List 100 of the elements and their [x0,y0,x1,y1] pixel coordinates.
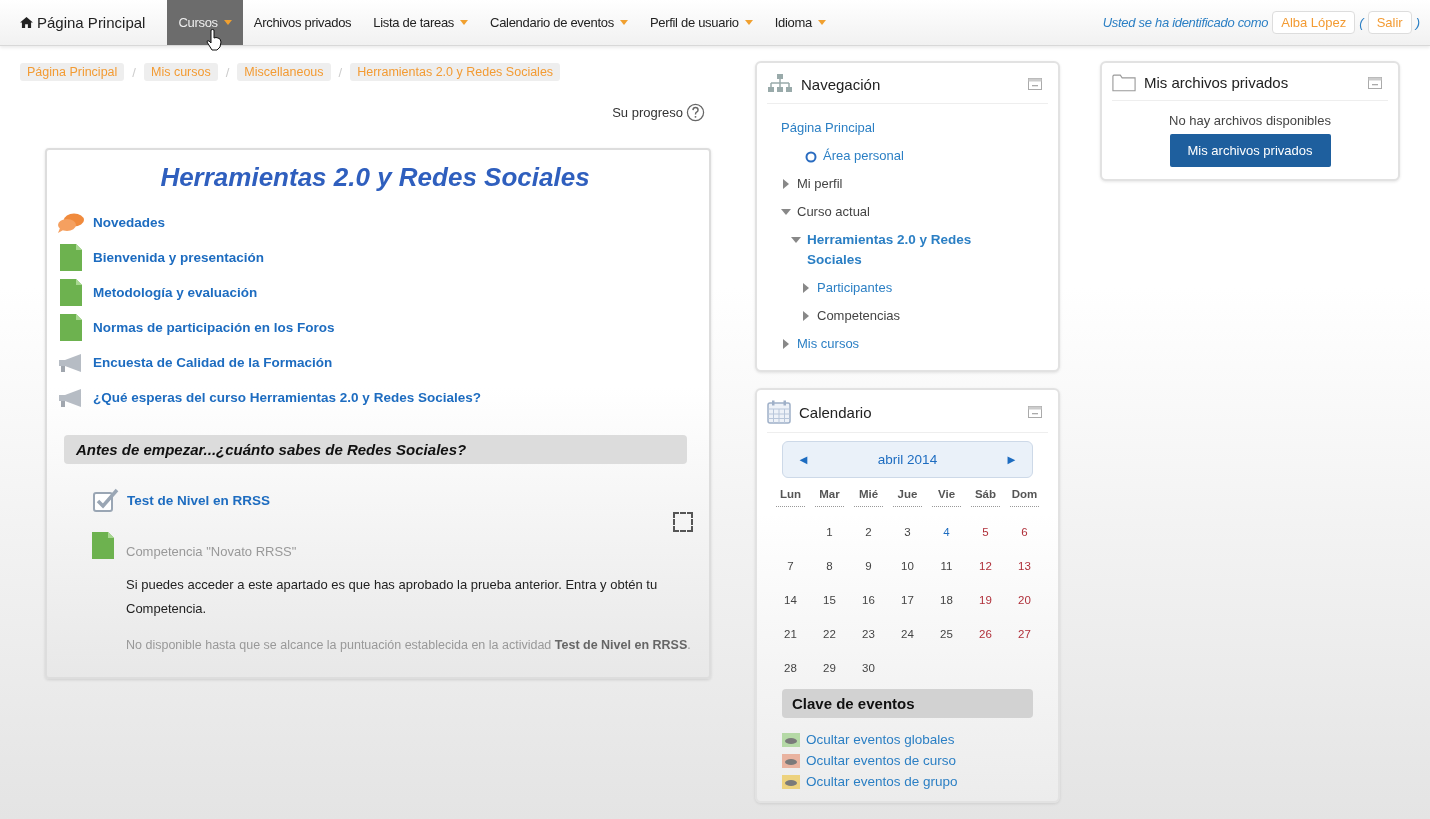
weekday-header: Mié [854,486,883,507]
sitemap-icon [767,73,793,95]
weekday-header: Jue [893,486,922,507]
calendar-day: 25 [927,617,966,651]
hide-events-link[interactable]: Ocultar eventos de grupo [806,774,958,789]
caret-icon [817,20,826,25]
home-link[interactable]: Página Principal [20,0,168,45]
menu-item[interactable]: Idioma [763,0,837,45]
caret-icon [460,20,469,25]
activity-link[interactable]: ¿Qué esperas del curso Herramientas 2.0 y Redes Sociales? [93,390,481,405]
previous-month-link[interactable]: ◄ [797,452,810,467]
calendar-day: 5 [966,515,1005,549]
calendar-day: 17 [888,583,927,617]
nav-item[interactable]: Curso actual [797,202,870,222]
activity-link[interactable]: Encuesta de Calidad de la Formación [93,355,333,370]
nav-item[interactable]: Página Principal [781,118,875,138]
hide-events-link[interactable]: Ocultar eventos de curso [806,753,957,768]
weekday-header: Lun [776,486,805,507]
breadcrumb-separator: / [338,64,343,80]
speech-bubbles-icon [57,212,85,233]
calendar-day: 29 [810,651,849,685]
calendar-icon [767,400,791,424]
menu-item[interactable]: Perfil de usuario [638,0,764,45]
collapse-block-icon[interactable] [1368,76,1382,89]
calendar-day: 1 [810,515,849,549]
checklist-icon [93,488,119,512]
calendar-day: 14 [771,583,810,617]
calendar-day: 3 [888,515,927,549]
block-title: Mis archivos privados [1144,74,1290,91]
collapsed-arrow-icon[interactable] [781,339,791,349]
calendar-day: 21 [771,617,810,651]
progress-label: Su progreso [612,105,683,120]
next-month-link[interactable]: ► [1005,452,1018,467]
calendar-day: 4 [927,515,966,549]
calendar-day: 10 [888,549,927,583]
folder-icon [1112,73,1136,92]
activity-link[interactable]: Metodología y evaluación [93,285,258,300]
course-title: Herramientas 2.0 y Redes Sociales [159,162,591,193]
restricted-activity-title: Competencia "Novato RRSS" [126,544,298,559]
nav-item[interactable]: Competencias [817,306,901,326]
menu-item[interactable]: Archivos privados [242,0,363,45]
expanded-arrow-icon[interactable] [791,235,801,245]
collapsed-arrow-icon[interactable] [801,283,811,293]
hide-events-link[interactable]: Ocultar eventos globales [806,732,955,747]
calendar-day: 19 [966,583,1005,617]
calendar-day: 22 [810,617,849,651]
weekday-header: Mar [815,486,844,507]
collapsed-arrow-icon[interactable] [801,311,811,321]
activity-link[interactable]: Bienvenida y presentación [93,250,265,265]
calendar-day: 23 [849,617,888,651]
activity-link[interactable]: Normas de participación en los Foros [93,320,335,335]
nav-item[interactable]: Herramientas 2.0 y Redes Sociales [807,230,1017,270]
nav-item[interactable]: Mis cursos [797,334,860,354]
nav-item[interactable]: Mi perfil [797,174,843,194]
quiz-link[interactable]: Test de Nivel en RRSS [127,492,271,508]
empty-message: No hay archivos disponibles [1169,113,1331,128]
collapse-block-icon[interactable] [1028,406,1042,418]
collapse-block-icon[interactable] [1028,78,1042,90]
caret-icon [744,20,753,25]
menu-item[interactable]: Calendario de eventos [479,0,639,45]
block-title: Calendario [799,403,873,421]
calendar-day: 28 [771,651,810,685]
caret-icon [619,20,628,25]
calendar-day: 26 [966,617,1005,651]
menu-item[interactable]: Cursos [167,0,243,45]
calendar-day: 16 [849,583,888,617]
calendar-day: 9 [849,549,888,583]
completion-checkbox[interactable] [673,512,693,532]
calendar-day: 27 [1005,617,1044,651]
calendar-day: 20 [1005,583,1044,617]
weekday-header: Dom [1010,486,1039,507]
nav-item[interactable]: Participantes [817,278,893,298]
month-title[interactable]: abril 2014 [877,452,938,467]
private-files-button[interactable]: Mis archivos privados [1169,134,1331,167]
breadcrumb-separator: / [132,64,136,80]
nav-item[interactable]: Área personal [823,146,904,166]
collapsed-arrow-icon[interactable] [781,179,791,189]
help-icon[interactable] [686,103,705,122]
calendar-day: 30 [849,651,888,685]
expanded-arrow-icon[interactable] [781,207,791,217]
weekday-header: Sáb [971,486,1000,507]
calendar-day: 8 [810,549,849,583]
calendar-day: 12 [966,549,1005,583]
calendar-day: 11 [927,549,966,583]
activity-link[interactable]: Novedades [93,215,166,230]
circle-icon [805,151,817,163]
caret-icon [223,20,232,25]
document-icon [57,244,85,271]
activity-description: Si puedes acceder a este apartado es que has aprobado la prueba anterior. Entra y obtén tu Competencia. [126,576,659,618]
weekday-header: Vie [932,486,961,507]
breadcrumb-separator: / [225,64,230,80]
calendar-day: 13 [1005,549,1044,583]
parenthesis: ( [1359,15,1364,30]
calendar-day: 7 [771,549,810,583]
availability-notice: No disponible hasta que se alcance la puntuación establecida en la actividad Test de Nivel en RRSS. [126,637,692,654]
calendar-day: 2 [849,515,888,549]
block-title: Navegación [801,75,882,93]
parenthesis: ) [1415,15,1420,30]
login-status-text: Usted se ha identificado como [1102,15,1269,30]
menu-item[interactable]: Lista de tareas [362,0,480,45]
